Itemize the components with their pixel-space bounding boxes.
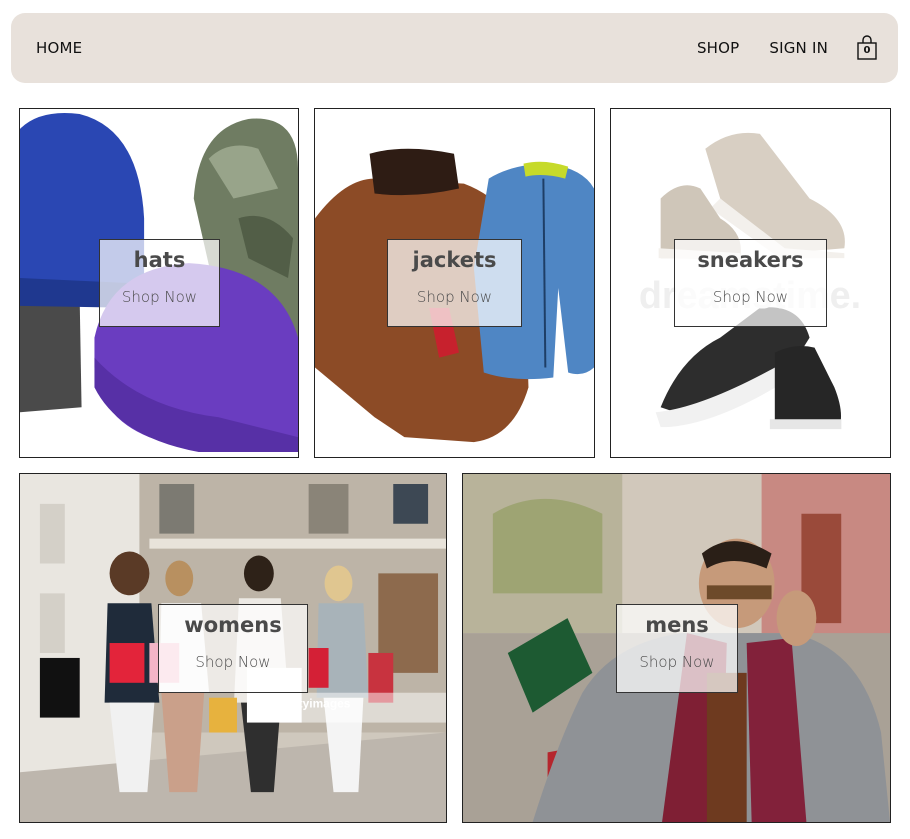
category-overlay-hats: hats Shop Now (99, 239, 220, 327)
category-tile-hats[interactable]: hats Shop Now (19, 108, 299, 458)
top-nav: HOME SHOP SIGN IN 0 (11, 13, 898, 83)
shop-now-jackets[interactable]: Shop Now (388, 288, 521, 306)
category-tile-womens[interactable]: gettyimages womens Shop Now (19, 473, 447, 823)
cart-button[interactable]: 0 (856, 35, 878, 61)
shop-now-hats[interactable]: Shop Now (100, 288, 219, 306)
shop-now-mens[interactable]: Shop Now (617, 653, 737, 671)
category-title-womens: womens (184, 613, 282, 637)
category-title-sneakers: sneakers (697, 248, 804, 272)
category-overlay-womens: womens Shop Now (158, 604, 308, 693)
category-tile-sneakers[interactable]: dreamstime. sneakers Shop Now (610, 108, 891, 458)
category-tile-jackets[interactable]: jackets Shop Now (314, 108, 595, 458)
shop-now-sneakers[interactable]: Shop Now (675, 288, 826, 306)
category-title-mens: mens (645, 613, 709, 637)
category-overlay-mens: mens Shop Now (616, 604, 738, 693)
category-tile-mens[interactable]: mens Shop Now (462, 473, 891, 823)
category-title-jackets: jackets (412, 248, 497, 272)
svg-text:gettyimages: gettyimages (281, 697, 351, 711)
nav-home-link[interactable]: HOME (36, 39, 82, 57)
cart-count: 0 (863, 45, 871, 56)
category-title-hats: hats (133, 248, 186, 272)
nav-signin-link[interactable]: SIGN IN (769, 39, 828, 57)
shop-now-womens[interactable]: Shop Now (159, 653, 307, 671)
category-overlay-jackets: jackets Shop Now (387, 239, 522, 327)
nav-right-group: SHOP SIGN IN 0 (667, 35, 878, 61)
nav-shop-link[interactable]: SHOP (697, 39, 739, 57)
category-overlay-sneakers: sneakers Shop Now (674, 239, 827, 327)
